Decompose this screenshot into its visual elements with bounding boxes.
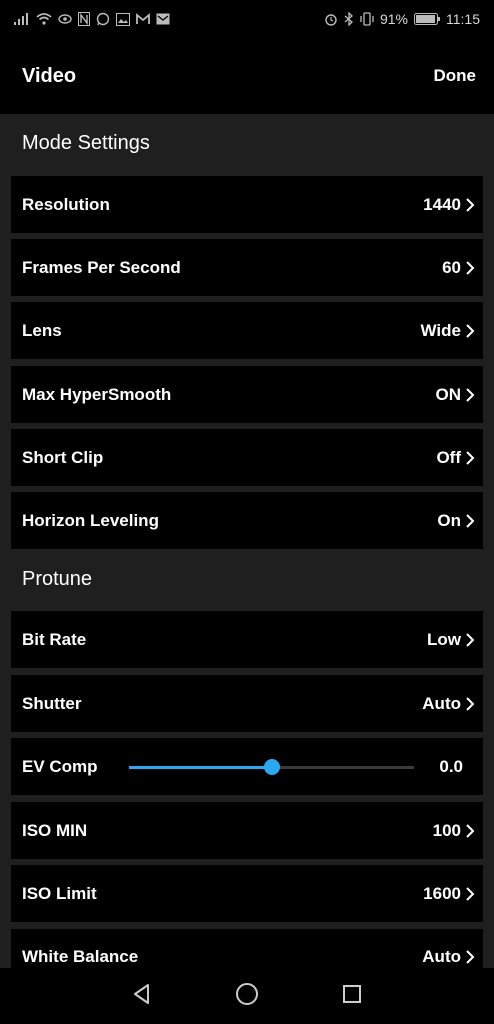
- row-label: EV Comp: [22, 756, 98, 776]
- page-title: Video: [22, 64, 77, 87]
- row-label: Horizon Leveling: [22, 510, 159, 530]
- row-lens[interactable]: Lens Wide: [11, 302, 483, 359]
- value-text: Auto: [422, 947, 461, 966]
- row-short-clip[interactable]: Short Clip Off: [11, 429, 483, 486]
- row-value: Auto: [422, 947, 475, 967]
- row-value: ON: [436, 385, 476, 405]
- row-iso-min[interactable]: ISO MIN 100: [11, 802, 483, 859]
- row-label: Frames Per Second: [22, 257, 181, 277]
- chevron-right-icon: [465, 260, 475, 275]
- value-text: ON: [435, 384, 462, 404]
- row-white-balance[interactable]: White Balance Auto: [11, 929, 483, 968]
- value-text: 1600: [423, 883, 461, 903]
- row-frames-per-second[interactable]: Frames Per Second 60: [11, 239, 483, 296]
- row-label: Bit Rate: [22, 629, 87, 649]
- row-max-hypersmooth[interactable]: Max HyperSmooth ON: [11, 366, 483, 423]
- row-label: ISO MIN: [22, 820, 88, 840]
- chevron-right-icon: [465, 696, 475, 711]
- row-value: Low: [427, 630, 475, 650]
- gmail-icon: [136, 13, 150, 25]
- row-bit-rate[interactable]: Bit Rate Low: [11, 611, 483, 668]
- row-label: Lens: [22, 320, 62, 340]
- row-label: Max HyperSmooth: [22, 384, 172, 404]
- row-label: Resolution: [22, 194, 110, 214]
- mail-icon: [156, 13, 170, 25]
- signal-icon: [14, 13, 30, 25]
- alarm-icon: [324, 12, 338, 26]
- row-value: 0.0: [439, 756, 463, 776]
- system-nav-bar: [0, 968, 494, 1024]
- row-shutter[interactable]: Shutter Auto: [11, 675, 483, 732]
- chevron-right-icon: [465, 823, 475, 838]
- done-button[interactable]: Done: [434, 66, 477, 86]
- bluetooth-icon: [344, 12, 354, 26]
- chevron-right-icon: [465, 323, 475, 338]
- row-ev-comp: EV Comp 0.0: [11, 738, 483, 795]
- value-text: Low: [427, 629, 461, 649]
- row-value: Auto: [422, 694, 475, 714]
- chevron-right-icon: [465, 513, 475, 528]
- row-value: 1600: [423, 884, 475, 904]
- whatsapp-icon: [96, 12, 110, 26]
- row-label: White Balance: [22, 947, 139, 966]
- n-icon: [78, 12, 90, 26]
- chevron-right-icon: [465, 197, 475, 212]
- chevron-right-icon: [465, 450, 475, 465]
- row-value: On: [437, 511, 475, 531]
- back-icon[interactable]: [131, 983, 153, 1010]
- value-text: Auto: [422, 693, 461, 713]
- chevron-right-icon: [465, 387, 475, 402]
- row-iso-limit[interactable]: ISO Limit 1600: [11, 865, 483, 922]
- battery-percent: 91%: [379, 11, 408, 27]
- gallery-icon: [116, 12, 130, 26]
- row-value: Off: [436, 448, 475, 468]
- row-label: ISO Limit: [22, 883, 97, 903]
- status-right: 91% 11:15: [324, 11, 480, 27]
- slider-thumb[interactable]: [263, 759, 280, 775]
- recents-icon[interactable]: [341, 983, 363, 1010]
- value-text: 100: [432, 820, 461, 840]
- ev-comp-slider[interactable]: [129, 759, 414, 775]
- value-text: Wide: [420, 320, 461, 340]
- row-label: Short Clip: [22, 447, 104, 467]
- section-title-protune: Protune: [22, 568, 93, 590]
- home-icon[interactable]: [235, 982, 259, 1011]
- app-header: Video Done: [0, 38, 494, 114]
- row-label: Shutter: [22, 693, 82, 713]
- row-value: 100: [433, 821, 475, 841]
- row-value: Wide: [421, 321, 475, 341]
- chevron-right-icon: [465, 632, 475, 647]
- clock: 11:15: [446, 11, 480, 27]
- eye-icon: [58, 13, 72, 25]
- chevron-right-icon: [465, 950, 475, 964]
- chevron-right-icon: [465, 886, 475, 901]
- value-text: Off: [436, 447, 461, 467]
- value-text: 60: [442, 257, 461, 277]
- row-value: 1440: [423, 195, 475, 215]
- row-horizon-leveling[interactable]: Horizon Leveling On: [11, 492, 483, 549]
- row-value: 60: [442, 258, 475, 278]
- value-text: 1440: [423, 194, 461, 214]
- row-resolution[interactable]: Resolution 1440: [11, 176, 483, 233]
- wifi-icon: [36, 13, 52, 25]
- vibrate-icon: [360, 12, 374, 26]
- section-title-mode-settings: Mode Settings: [22, 132, 150, 154]
- status-bar: 91% 11:15: [0, 0, 494, 38]
- battery-icon: [414, 13, 440, 25]
- slider-fill: [129, 766, 272, 769]
- status-left: [14, 12, 170, 26]
- value-text: On: [437, 510, 461, 530]
